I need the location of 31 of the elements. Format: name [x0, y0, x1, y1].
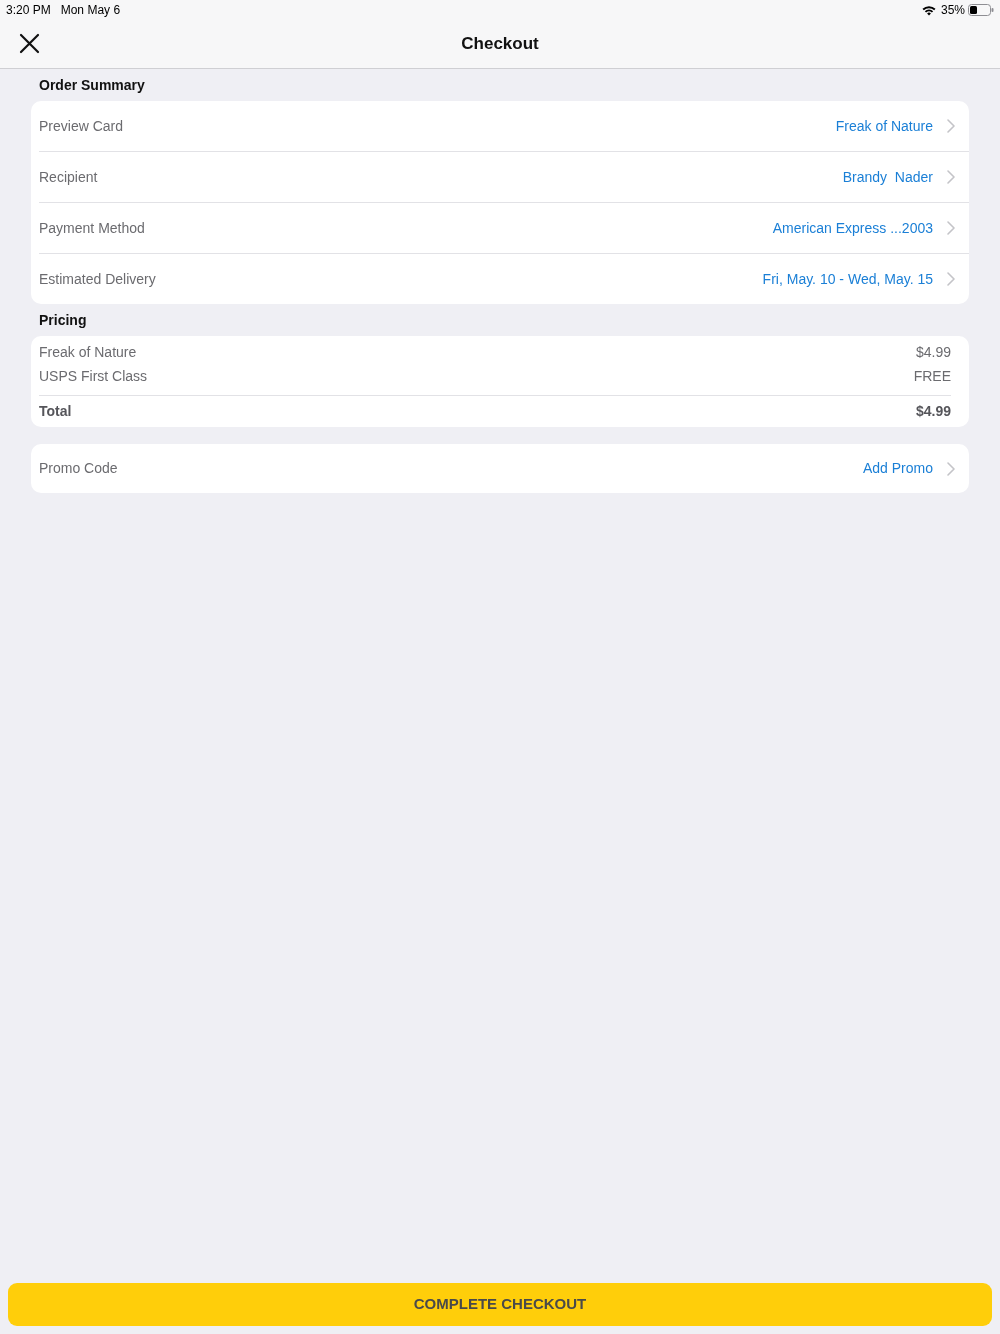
chevron-icon — [947, 170, 955, 184]
section-heading: Order Summary — [38, 75, 146, 95]
row-value-link[interactable]: American Express ...2003 — [772, 217, 933, 239]
chevron-icon — [947, 272, 955, 286]
price-label: Freak of Nature — [39, 342, 137, 362]
wifi-icon — [921, 4, 936, 16]
row-label: Preview Card — [39, 116, 124, 136]
chevron-icon — [947, 119, 955, 133]
complete-checkout-button[interactable]: COMPLETE CHECKOUT — [8, 1283, 992, 1326]
close-icon[interactable] — [18, 32, 41, 55]
battery-icon — [968, 4, 994, 16]
add-promo-link[interactable]: Add Promo — [862, 458, 933, 479]
price-amount: $4.99 — [915, 342, 951, 362]
row-label: Recipient — [39, 167, 98, 187]
nav-title: Checkout — [461, 33, 539, 56]
row-value-link[interactable]: Freak of Nature — [835, 115, 933, 137]
status-date: Mon May 6 — [60, 2, 121, 19]
row-label: Payment Method — [39, 218, 145, 238]
row-value-link[interactable]: Brandy Nader — [842, 166, 933, 188]
row-label: Estimated Delivery — [39, 269, 156, 289]
battery-percent: 35% — [940, 2, 965, 19]
total-label: Total — [39, 402, 72, 421]
status-time: 3:20 PM — [6, 2, 51, 19]
price-label: USPS First Class — [39, 366, 148, 386]
row-value-link[interactable]: Fri, May. 10 - Wed, May. 15 — [762, 268, 933, 290]
row-label: Promo Code — [39, 459, 118, 478]
total-amount: $4.99 — [915, 402, 951, 421]
chevron-icon — [947, 221, 955, 235]
section-heading: Pricing — [38, 310, 88, 330]
price-amount: FREE — [913, 366, 951, 386]
chevron-icon — [947, 461, 955, 476]
